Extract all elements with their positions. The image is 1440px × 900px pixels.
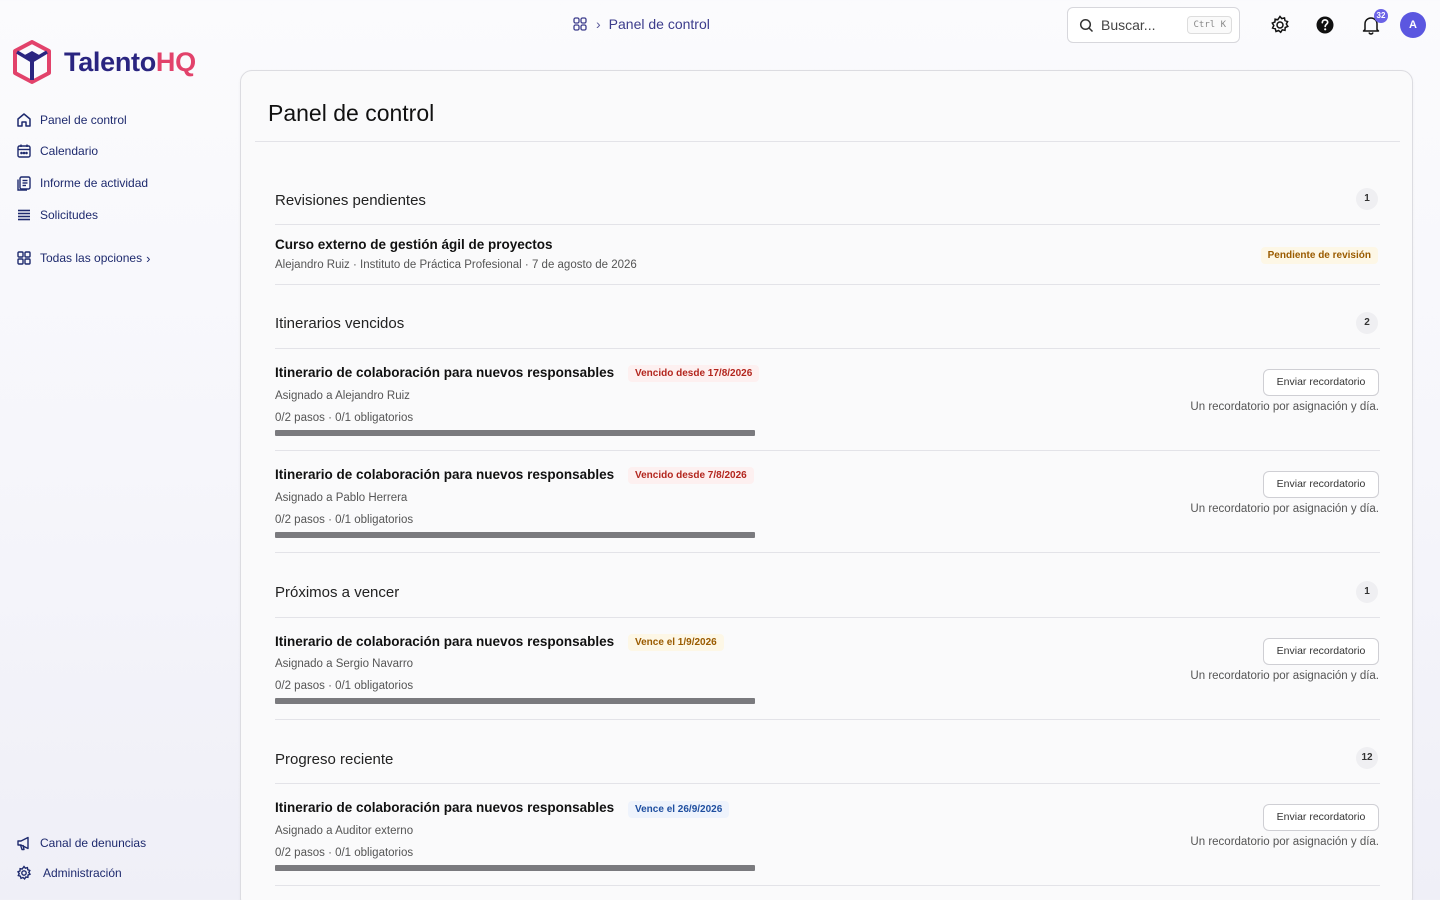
sidebar: TalentoHQ Panel de control Calendario In… <box>0 0 230 900</box>
gear-icon <box>16 865 32 881</box>
assigned-to: Asignado a Auditor externo <box>275 825 414 837</box>
divider <box>255 141 1400 142</box>
calendar-icon <box>16 143 32 159</box>
breadcrumb: › Panel de control <box>573 16 710 32</box>
sidebar-item-label: Canal de denuncias <box>40 836 147 850</box>
sidebar-item-label: Panel de control <box>40 113 127 127</box>
sidebar-item-panel-de-control[interactable]: Panel de control <box>16 112 127 128</box>
logo-icon <box>12 40 52 84</box>
sidebar-item-canal-de-denuncias[interactable]: Canal de denuncias <box>16 835 146 851</box>
steps-summary: 0/2 pasos · 0/1 obligatorios <box>275 680 414 692</box>
main-card: Panel de control Revisiones pendientes 1… <box>240 70 1413 900</box>
status-badge: Pendiente de revisión <box>1260 247 1378 264</box>
divider <box>275 783 1380 784</box>
section-count-badge: 1 <box>1356 581 1378 603</box>
divider <box>275 284 1380 285</box>
sidebar-item-solicitudes[interactable]: Solicitudes <box>16 207 98 223</box>
overdue-badge: Vencido desde 17/8/2026 <box>628 365 760 382</box>
divider <box>275 348 1380 349</box>
itinerary-row-title[interactable]: Itinerario de colaboración para nuevos r… <box>275 467 614 482</box>
notification-badge: 32 <box>1374 9 1388 23</box>
reminder-hint: Un recordatorio por asignación y día. <box>1190 401 1379 413</box>
divider <box>275 224 1380 225</box>
send-reminder-button[interactable]: Enviar recordatorio <box>1263 369 1379 396</box>
search-icon <box>1079 18 1094 33</box>
breadcrumb-current[interactable]: Panel de control <box>609 16 710 32</box>
section-title-itinerarios-vencidos: Itinerarios vencidos <box>275 315 405 332</box>
search-input[interactable]: Buscar... Ctrl K <box>1067 7 1240 43</box>
sidebar-item-label: Informe de actividad <box>40 176 149 190</box>
search-placeholder: Buscar... <box>1101 17 1156 33</box>
itinerary-row-title[interactable]: Itinerario de colaboración para nuevos r… <box>275 800 614 815</box>
reminder-hint: Un recordatorio por asignación y día. <box>1190 836 1379 848</box>
divider <box>275 885 1380 886</box>
sidebar-item-administracion[interactable]: Administración <box>16 865 122 881</box>
search-shortcut: Ctrl K <box>1187 16 1232 34</box>
divider <box>275 719 1380 720</box>
steps-summary: 0/2 pasos · 0/1 obligatorios <box>275 514 414 526</box>
divider <box>275 552 1380 553</box>
due-soon-badge: Vence el 1/9/2026 <box>628 634 724 651</box>
section-title-proximos-a-vencer: Próximos a vencer <box>275 584 400 601</box>
page-title: Panel de control <box>268 100 435 126</box>
sidebar-item-calendario[interactable]: Calendario <box>16 143 98 159</box>
sidebar-item-label: Solicitudes <box>40 208 99 222</box>
steps-summary: 0/2 pasos · 0/1 obligatorios <box>275 847 414 859</box>
itinerary-row-title[interactable]: Itinerario de colaboración para nuevos r… <box>275 634 614 649</box>
reminder-hint: Un recordatorio por asignación y día. <box>1190 670 1379 682</box>
divider <box>275 450 1380 451</box>
review-row-title[interactable]: Curso externo de gestión ágil de proyect… <box>275 237 553 252</box>
progress-bar <box>275 430 755 436</box>
settings-gear-icon[interactable] <box>1269 14 1291 36</box>
apps-grid-icon[interactable] <box>573 17 587 31</box>
sidebar-item-label: Calendario <box>40 144 99 158</box>
sidebar-item-informe-de-actividad[interactable]: Informe de actividad <box>16 175 148 191</box>
app-logo[interactable]: TalentoHQ <box>12 40 196 84</box>
sidebar-item-label: Administración <box>43 866 122 880</box>
sidebar-item-todas-las-opciones[interactable]: Todas las opciones › <box>16 250 150 266</box>
section-title-revisiones-pendientes: Revisiones pendientes <box>275 192 426 209</box>
progress-bar <box>275 698 755 704</box>
progress-bar <box>275 865 755 871</box>
list-icon <box>16 207 32 223</box>
chevron-right-icon: › <box>146 250 151 266</box>
sidebar-item-label: Todas las opciones <box>40 251 143 265</box>
steps-summary: 0/2 pasos · 0/1 obligatorios <box>275 412 414 424</box>
section-title-progreso-reciente: Progreso reciente <box>275 751 394 768</box>
assigned-to: Asignado a Pablo Herrera <box>275 492 408 504</box>
send-reminder-button[interactable]: Enviar recordatorio <box>1263 804 1379 831</box>
progress-bar <box>275 532 755 538</box>
breadcrumb-separator: › <box>596 16 601 32</box>
due-date-badge: Vence el 26/9/2026 <box>628 801 730 818</box>
review-row-meta: Alejandro Ruiz · Instituto de Práctica P… <box>275 259 637 271</box>
assigned-to: Asignado a Sergio Navarro <box>275 658 414 670</box>
assigned-to: Asignado a Alejandro Ruiz <box>275 390 410 402</box>
home-icon <box>16 112 32 128</box>
logo-wordmark: TalentoHQ <box>64 46 196 77</box>
grid-icon <box>16 250 32 266</box>
section-count-badge: 1 <box>1356 188 1378 210</box>
send-reminder-button[interactable]: Enviar recordatorio <box>1263 638 1379 665</box>
divider <box>275 617 1380 618</box>
section-count-badge: 2 <box>1356 312 1378 334</box>
help-icon[interactable] <box>1314 14 1336 36</box>
send-reminder-button[interactable]: Enviar recordatorio <box>1263 471 1379 498</box>
overdue-badge: Vencido desde 7/8/2026 <box>628 467 754 484</box>
reminder-hint: Un recordatorio por asignación y día. <box>1190 503 1379 515</box>
report-icon <box>16 175 32 191</box>
megaphone-icon <box>16 835 32 851</box>
itinerary-row-title[interactable]: Itinerario de colaboración para nuevos r… <box>275 365 614 380</box>
avatar[interactable]: A <box>1400 12 1426 38</box>
section-count-badge: 12 <box>1356 747 1378 769</box>
